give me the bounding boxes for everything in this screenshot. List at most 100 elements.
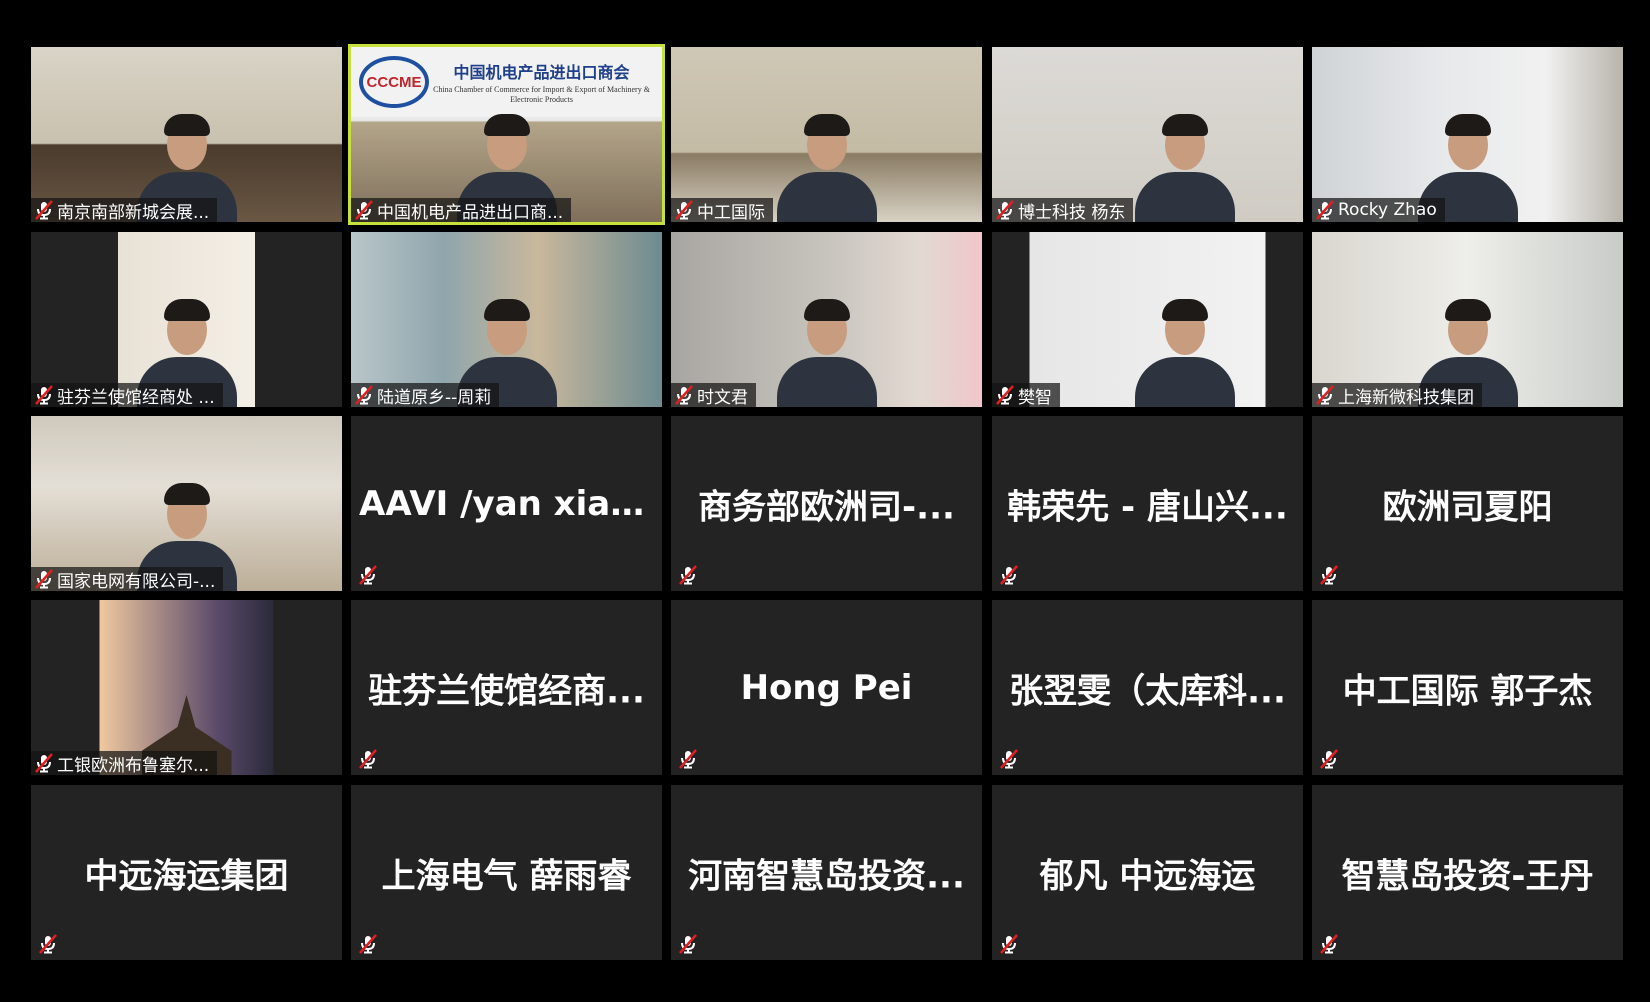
participant-tile[interactable]: 樊智 [992, 232, 1303, 407]
participant-tile[interactable]: 张翌雯（太库科... [992, 600, 1303, 775]
participant-tile[interactable]: AAVI /yan xianj... [351, 416, 662, 591]
participant-tile[interactable]: 工银欧洲布鲁塞尔... [31, 600, 342, 775]
participant-name: 陆道原乡--周莉 [377, 387, 492, 408]
participant-tile[interactable]: CCCME 中国机电产品进出口商会 China Chamber of Commerc… [348, 44, 665, 225]
participant-name-label: Rocky Zhao [1312, 198, 1445, 222]
participant-video [31, 600, 342, 775]
muted-mic-icon [31, 751, 57, 775]
participant-tile[interactable]: 国家电网有限公司-... [31, 416, 342, 591]
muted-mic-icon [996, 932, 1022, 956]
participant-video [671, 47, 982, 222]
participant-name-label: 工银欧洲布鲁塞尔... [31, 751, 218, 776]
muted-mic-icon [351, 198, 377, 222]
muted-mic-icon [1312, 383, 1338, 407]
muted-mic-icon [675, 932, 701, 956]
participant-video [992, 47, 1303, 222]
participant-name: 张翌雯（太库科... [1009, 671, 1286, 711]
participant-name-label: 陆道原乡--周莉 [351, 383, 500, 408]
banner-subtitle: China Chamber of Commerce for Import & E… [433, 85, 650, 104]
participant-tile[interactable]: 韩荣先 - 唐山兴... [992, 416, 1303, 591]
muted-mic-icon [35, 932, 61, 956]
muted-mic-icon [355, 747, 381, 771]
participant-name: 上海新微科技集团 [1338, 387, 1474, 408]
participant-name: 中国机电产品进出口商... [377, 202, 564, 223]
muted-mic-icon [996, 563, 1022, 587]
muted-mic-icon [992, 198, 1018, 222]
participant-name: 中远海运集团 [84, 856, 289, 896]
participant-name-label: 上海新微科技集团 [1312, 383, 1482, 407]
muted-mic-icon [355, 563, 381, 587]
participant-name: 国家电网有限公司-... [57, 571, 216, 592]
muted-mic-icon [351, 383, 377, 407]
participant-name: 中工国际 [697, 202, 765, 223]
participant-video [351, 232, 662, 407]
muted-mic-icon [355, 932, 381, 956]
participant-name: 驻芬兰使馆经商处 ... [57, 387, 215, 408]
participant-tile[interactable]: 欧洲司夏阳 [1312, 416, 1623, 591]
muted-mic-icon [1316, 747, 1342, 771]
participant-tile[interactable]: Rocky Zhao [1312, 47, 1623, 222]
participant-video [992, 232, 1303, 407]
participant-tile[interactable]: 郁凡 中远海运 [992, 785, 1303, 960]
participant-grid: 南京南部新城会展... CCCME 中国机电产品进出口商会 China Chamber… [0, 0, 1650, 1002]
participant-name: 博士科技 杨东 [1018, 202, 1126, 223]
muted-mic-icon [31, 383, 57, 407]
person-silhouette [772, 112, 882, 222]
participant-name: Hong Pei [740, 667, 913, 708]
participant-name: 河南智慧岛投资... [688, 856, 965, 896]
participant-name: 欧洲司夏阳 [1382, 487, 1553, 527]
muted-mic-icon [996, 747, 1022, 771]
participant-name-label: 驻芬兰使馆经商处 ... [31, 383, 223, 407]
organization-banner: CCCME 中国机电产品进出口商会 China Chamber of Commerc… [351, 47, 662, 117]
participant-name: 樊智 [1018, 387, 1052, 408]
participant-tile[interactable]: Hong Pei [671, 600, 982, 775]
participant-tile[interactable]: 博士科技 杨东 [992, 47, 1303, 222]
muted-mic-icon [31, 567, 57, 591]
participant-name: 中工国际 郭子杰 [1342, 671, 1593, 711]
muted-mic-icon [992, 383, 1018, 407]
muted-mic-icon [671, 383, 697, 407]
banner-title: 中国机电产品进出口商会 [453, 63, 630, 82]
participant-tile[interactable]: 河南智慧岛投资... [671, 785, 982, 960]
muted-mic-icon [1316, 563, 1342, 587]
participant-tile[interactable]: 中工国际 [671, 47, 982, 222]
participant-tile[interactable]: 陆道原乡--周莉 [351, 232, 662, 407]
participant-name: 工银欧洲布鲁塞尔... [57, 755, 210, 776]
muted-mic-icon [1316, 932, 1342, 956]
participant-video [31, 47, 342, 222]
participant-tile[interactable]: 驻芬兰使馆经商... [351, 600, 662, 775]
person-silhouette [1130, 297, 1240, 407]
participant-tile[interactable]: 上海电气 薛雨睿 [351, 785, 662, 960]
participant-tile[interactable]: 中远海运集团 [31, 785, 342, 960]
participant-name: 商务部欧洲司-... [698, 487, 955, 527]
participant-tile[interactable]: 上海新微科技集团 [1312, 232, 1623, 407]
participant-name: 郁凡 中远海运 [1039, 856, 1256, 896]
participant-tile[interactable]: 中工国际 郭子杰 [1312, 600, 1623, 775]
participant-name: 智慧岛投资-王丹 [1341, 856, 1594, 896]
muted-mic-icon [671, 198, 697, 222]
participant-name: 南京南部新城会展... [57, 202, 210, 223]
participant-name-label: 中国机电产品进出口商... [351, 198, 572, 223]
participant-name: 驻芬兰使馆经商... [368, 671, 645, 711]
muted-mic-icon [675, 747, 701, 771]
participant-name: 时文君 [697, 387, 748, 408]
participant-video [671, 232, 982, 407]
participant-tile[interactable]: 商务部欧洲司-... [671, 416, 982, 591]
participant-name-label: 南京南部新城会展... [31, 198, 218, 223]
person-silhouette [1130, 112, 1240, 222]
muted-mic-icon [675, 563, 701, 587]
participant-name: AAVI /yan xianj... [359, 483, 662, 524]
participant-video [31, 232, 342, 407]
participant-tile[interactable]: 驻芬兰使馆经商处 ... [31, 232, 342, 407]
participant-video [31, 416, 342, 591]
muted-mic-icon [1312, 198, 1338, 222]
participant-name-label: 国家电网有限公司-... [31, 567, 224, 592]
participant-name-label: 樊智 [992, 383, 1060, 407]
participant-video: CCCME 中国机电产品进出口商会 China Chamber of Commerc… [351, 47, 662, 222]
participant-tile[interactable]: 时文君 [671, 232, 982, 407]
participant-name-label: 时文君 [671, 383, 756, 407]
participant-tile[interactable]: 智慧岛投资-王丹 [1312, 785, 1623, 960]
participant-name: 上海电气 薛雨睿 [381, 856, 632, 896]
participant-tile[interactable]: 南京南部新城会展... [31, 47, 342, 222]
person-silhouette [772, 297, 882, 407]
